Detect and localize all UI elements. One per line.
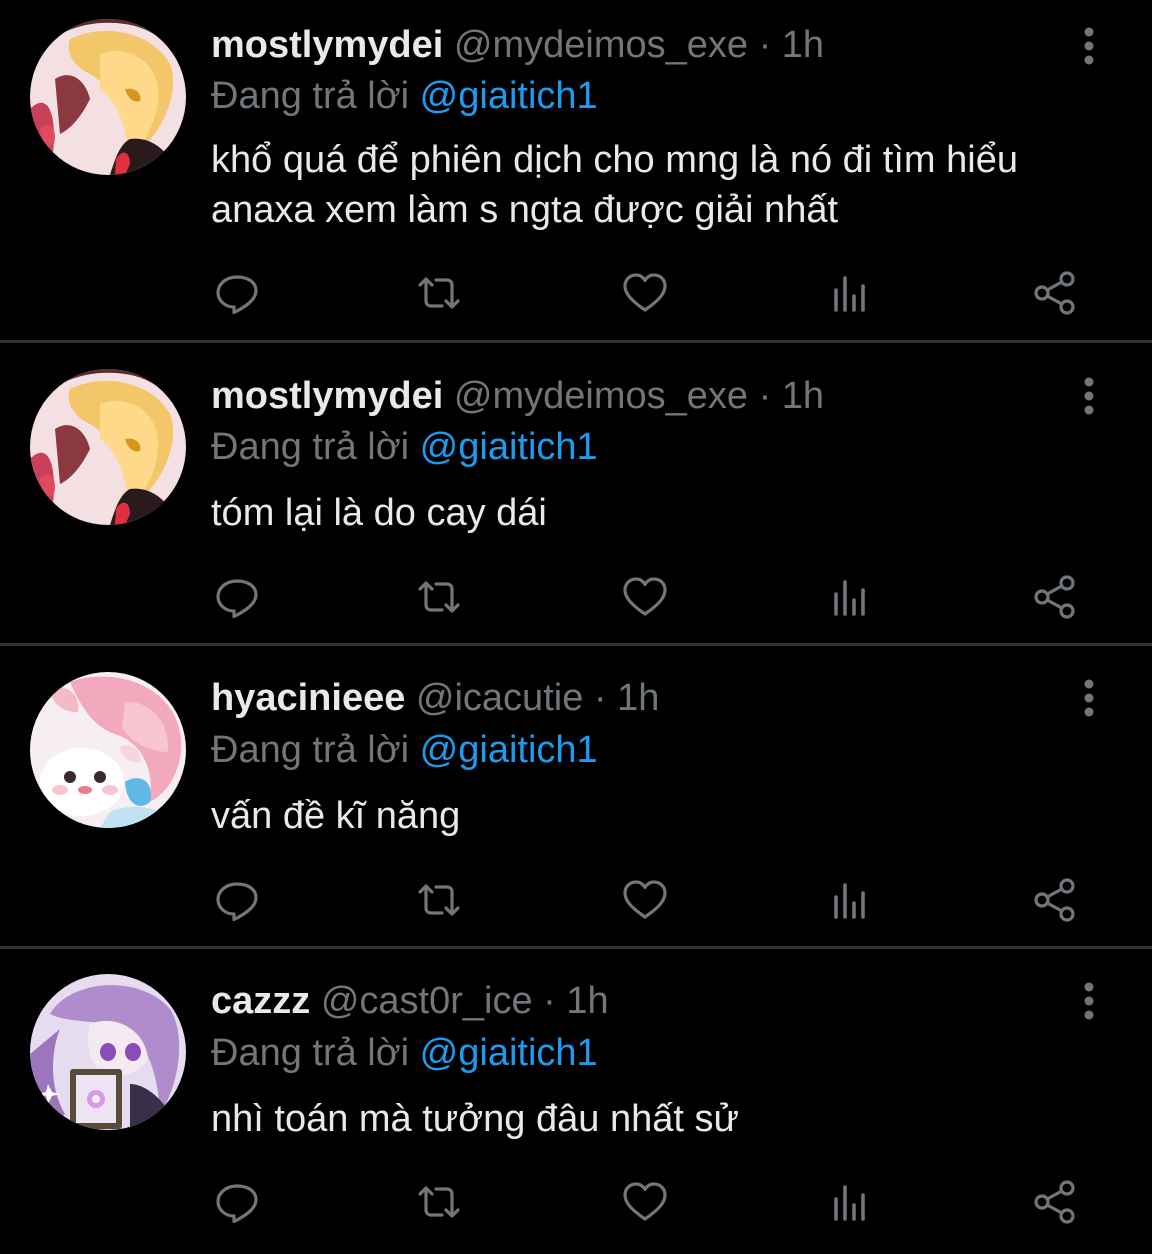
author-line: cazzz @cast0r_ice · 1h <box>211 976 609 1026</box>
avatar[interactable] <box>30 369 186 525</box>
castorice-avatar-image <box>30 974 186 1130</box>
author-line: mostlymydei @mydeimos_exe · 1h <box>211 371 824 421</box>
reply-feed: mostlymydei @mydeimos_exe · 1h Đang trả … <box>0 0 1152 1254</box>
tweet[interactable]: hyacinieee @icacutie · 1h Đang trả lời @… <box>0 646 1152 946</box>
author-line: mostlymydei @mydeimos_exe · 1h <box>211 20 824 70</box>
reply-icon[interactable] <box>212 572 262 622</box>
tweet-text: khổ quá để phiên dịch cho mng là nó đi t… <box>211 139 1018 231</box>
separator-dot: · <box>758 375 772 417</box>
replying-to-line: Đang trả lời @giaitich1 <box>211 422 598 472</box>
like-icon[interactable] <box>620 1177 670 1227</box>
action-bar <box>0 268 1152 318</box>
retweet-icon[interactable] <box>414 875 464 925</box>
replying-to-label: Đang trả lời <box>211 1032 410 1074</box>
replying-to-label: Đang trả lời <box>211 75 410 117</box>
display-name[interactable]: cazzz <box>211 980 310 1022</box>
mydei-avatar-image <box>30 19 186 175</box>
replying-to-label: Đang trả lời <box>211 426 410 468</box>
user-handle[interactable]: @mydeimos_exe <box>454 24 748 66</box>
action-bar <box>0 572 1152 622</box>
display-name[interactable]: mostlymydei <box>211 375 443 417</box>
separator-dot: · <box>593 677 607 719</box>
like-icon[interactable] <box>620 875 670 925</box>
share-icon[interactable] <box>1030 268 1080 318</box>
tweet[interactable]: mostlymydei @mydeimos_exe · 1h Đang trả … <box>0 343 1152 643</box>
separator-dot: · <box>758 24 772 66</box>
timestamp[interactable]: 1h <box>782 375 824 417</box>
mydei-avatar-image <box>30 369 186 525</box>
replying-to-line: Đang trả lời @giaitich1 <box>211 725 598 775</box>
more-options-icon[interactable] <box>1072 678 1106 718</box>
more-options-icon[interactable] <box>1072 376 1106 416</box>
user-handle[interactable]: @mydeimos_exe <box>454 375 748 417</box>
tweet[interactable]: mostlymydei @mydeimos_exe · 1h Đang trả … <box>0 0 1152 340</box>
author-line: hyacinieee @icacutie · 1h <box>211 673 659 723</box>
reply-icon[interactable] <box>212 1177 262 1227</box>
avatar[interactable] <box>30 672 186 828</box>
reply-icon[interactable] <box>212 875 262 925</box>
more-options-icon[interactable] <box>1072 981 1106 1021</box>
timestamp[interactable]: 1h <box>782 24 824 66</box>
display-name[interactable]: mostlymydei <box>211 24 443 66</box>
replying-to-label: Đang trả lời <box>211 729 410 771</box>
avatar[interactable] <box>30 974 186 1130</box>
retweet-icon[interactable] <box>414 1177 464 1227</box>
display-name[interactable]: hyacinieee <box>211 677 405 719</box>
like-icon[interactable] <box>620 268 670 318</box>
action-bar <box>0 1177 1152 1227</box>
replying-to-link[interactable]: @giaitich1 <box>420 75 598 117</box>
retweet-icon[interactable] <box>414 572 464 622</box>
timestamp[interactable]: 1h <box>566 980 608 1022</box>
replying-to-link[interactable]: @giaitich1 <box>420 426 598 468</box>
retweet-icon[interactable] <box>414 268 464 318</box>
like-icon[interactable] <box>620 572 670 622</box>
tweet-text: nhì toán mà tưởng đâu nhất sử <box>211 1098 739 1140</box>
views-icon[interactable] <box>826 1177 876 1227</box>
replying-to-line: Đang trả lời @giaitich1 <box>211 1028 598 1078</box>
user-handle[interactable]: @cast0r_ice <box>321 980 533 1022</box>
more-options-icon[interactable] <box>1072 26 1106 66</box>
action-bar <box>0 875 1152 925</box>
views-icon[interactable] <box>826 572 876 622</box>
user-handle[interactable]: @icacutie <box>416 677 583 719</box>
share-icon[interactable] <box>1030 875 1080 925</box>
tweet-text: vấn đề kĩ năng <box>211 795 461 837</box>
share-icon[interactable] <box>1030 572 1080 622</box>
replying-to-line: Đang trả lời @giaitich1 <box>211 71 598 121</box>
tweet[interactable]: cazzz @cast0r_ice · 1h Đang trả lời @gia… <box>0 949 1152 1254</box>
reply-icon[interactable] <box>212 268 262 318</box>
views-icon[interactable] <box>826 268 876 318</box>
tweet-text: tóm lại là do cay dái <box>211 492 547 534</box>
hyacine-avatar-image <box>30 672 186 828</box>
replying-to-link[interactable]: @giaitich1 <box>420 1032 598 1074</box>
replying-to-link[interactable]: @giaitich1 <box>420 729 598 771</box>
timestamp[interactable]: 1h <box>617 677 659 719</box>
views-icon[interactable] <box>826 875 876 925</box>
avatar[interactable] <box>30 19 186 175</box>
share-icon[interactable] <box>1030 1177 1080 1227</box>
separator-dot: · <box>543 980 556 1022</box>
